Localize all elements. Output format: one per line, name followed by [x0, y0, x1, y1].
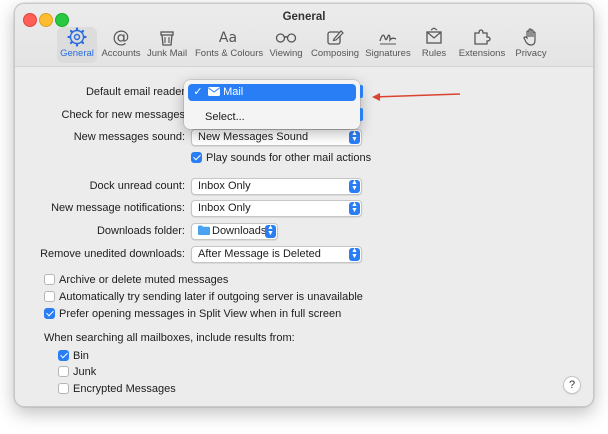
- prefer-split-view-checkbox[interactable]: Prefer opening messages in Split View wh…: [44, 308, 341, 320]
- window-title: General: [282, 11, 326, 23]
- remove-unedited-downloads-select[interactable]: After Message is Deleted ▲ ▼: [191, 246, 362, 263]
- chevron-updown-icon: ▲ ▼: [349, 130, 360, 144]
- check-new-messages-select-edge[interactable]: [360, 108, 363, 121]
- tab-junk-mail[interactable]: Junk Mail: [145, 27, 189, 63]
- checkbox-mark: [58, 350, 69, 361]
- auto-send-later-checkbox[interactable]: Automatically try sending later if outgo…: [44, 291, 363, 303]
- checkbox-mark: [58, 366, 69, 377]
- menu-item-label: Mail: [223, 86, 244, 98]
- menu-item-label: Select...: [205, 111, 245, 123]
- chevron-updown-icon: ▲ ▼: [349, 201, 360, 215]
- play-sounds-checkbox[interactable]: Play sounds for other mail actions: [191, 152, 371, 164]
- search-mailboxes-heading: When searching all mailboxes, include re…: [44, 332, 295, 344]
- checkmark-icon: ✓: [193, 86, 203, 98]
- annotation-arrow: [372, 93, 461, 101]
- select-value: Inbox Only: [198, 180, 251, 192]
- search-encrypted-checkbox[interactable]: Encrypted Messages: [58, 383, 176, 395]
- help-button[interactable]: ?: [563, 376, 581, 394]
- mail-app-icon: [208, 87, 221, 96]
- checkbox-label: Archive or delete muted messages: [59, 274, 229, 286]
- tab-signatures[interactable]: Signatures: [365, 27, 411, 63]
- tab-extensions[interactable]: Extensions: [457, 27, 507, 63]
- downloads-folder-select[interactable]: Downloads ▲ ▼: [191, 223, 278, 240]
- at-icon: @: [113, 28, 130, 48]
- checkbox-label: Junk: [73, 366, 97, 378]
- new-messages-sound-select[interactable]: New Messages Sound ▲ ▼: [191, 129, 362, 146]
- checkbox-label: Encrypted Messages: [73, 383, 176, 395]
- hand-icon: [523, 28, 536, 46]
- tab-composing[interactable]: Composing: [311, 27, 359, 63]
- puzzle-icon: [474, 29, 491, 45]
- tab-privacy[interactable]: Privacy: [513, 27, 549, 63]
- tab-fonts-colours[interactable]: Aa Fonts & Colours: [195, 27, 264, 63]
- tab-label: Junk Mail: [146, 48, 188, 59]
- select-value: New Messages Sound: [198, 131, 309, 143]
- checkbox-label: Prefer opening messages in Split View wh…: [59, 308, 342, 320]
- svg-text:@: @: [113, 28, 130, 48]
- new-message-notifications-select[interactable]: Inbox Only ▲ ▼: [191, 200, 362, 217]
- trash-icon: [160, 31, 174, 46]
- tab-label: Signatures: [365, 48, 411, 59]
- font-icon: Aa: [219, 30, 237, 46]
- tab-label: Fonts & Colours: [195, 48, 264, 59]
- tab-label: Accounts: [101, 48, 141, 59]
- checkbox-label: Play sounds for other mail actions: [206, 152, 372, 164]
- tab-label: Composing: [311, 48, 360, 59]
- search-bin-checkbox[interactable]: Bin: [58, 350, 89, 362]
- new-message-notifications-label: New message notifications:: [51, 202, 185, 214]
- downloads-folder-label: Downloads folder:: [96, 225, 185, 237]
- envelope-rules-icon: [426, 27, 442, 44]
- menu-item-select[interactable]: Select...: [188, 109, 356, 125]
- default-email-reader-menu: ✓ Mail Select...: [184, 80, 360, 129]
- default-email-reader-label: Default email reader: [85, 86, 185, 98]
- signature-icon: [379, 34, 397, 45]
- pencil-square-icon: [327, 30, 344, 45]
- select-value: Downloads: [212, 225, 267, 237]
- checkbox-mark: [191, 152, 202, 163]
- checkbox-mark: [44, 274, 55, 285]
- glasses-icon: [275, 33, 297, 43]
- chevron-updown-icon: ▲ ▼: [349, 247, 360, 261]
- tab-viewing[interactable]: Viewing: [267, 27, 305, 63]
- tab-label: General: [60, 48, 94, 59]
- new-messages-sound-label: New messages sound:: [73, 131, 185, 143]
- chevron-updown-icon: ▲ ▼: [349, 179, 360, 193]
- archive-muted-checkbox[interactable]: Archive or delete muted messages: [44, 274, 228, 286]
- tab-accounts[interactable]: @ Accounts: [101, 27, 141, 63]
- tab-label: Privacy: [515, 48, 547, 59]
- remove-unedited-downloads-label: Remove unedited downloads:: [40, 248, 185, 260]
- dock-unread-count-label: Dock unread count:: [89, 180, 185, 192]
- select-value: Inbox Only: [198, 202, 251, 214]
- titlebar: General General @ Accounts Junk Mail Aa …: [15, 4, 593, 67]
- dock-unread-count-select[interactable]: Inbox Only ▲ ▼: [191, 178, 362, 195]
- tab-label: Extensions: [458, 48, 506, 59]
- svg-text:Aa: Aa: [219, 30, 237, 46]
- check-new-messages-label: Check for new messages: [61, 109, 186, 121]
- tab-label: Rules: [421, 48, 447, 59]
- preferences-window: General General @ Accounts Junk Mail Aa …: [14, 3, 594, 407]
- search-junk-checkbox[interactable]: Junk: [58, 366, 96, 378]
- select-value: After Message is Deleted: [198, 248, 321, 260]
- gear-icon: [67, 27, 87, 47]
- folder-icon: [198, 225, 210, 235]
- checkbox-mark: [44, 308, 55, 319]
- checkbox-mark: [44, 291, 55, 302]
- tab-label: Viewing: [269, 48, 303, 59]
- checkbox-mark: [58, 383, 69, 394]
- tab-rules[interactable]: Rules: [417, 27, 451, 63]
- chevron-updown-icon: ▲ ▼: [265, 224, 276, 238]
- tab-general[interactable]: General: [57, 27, 97, 63]
- menu-item-mail[interactable]: ✓ Mail: [188, 84, 356, 101]
- checkbox-label: Automatically try sending later if outgo…: [59, 291, 363, 303]
- checkbox-label: Bin: [73, 350, 89, 362]
